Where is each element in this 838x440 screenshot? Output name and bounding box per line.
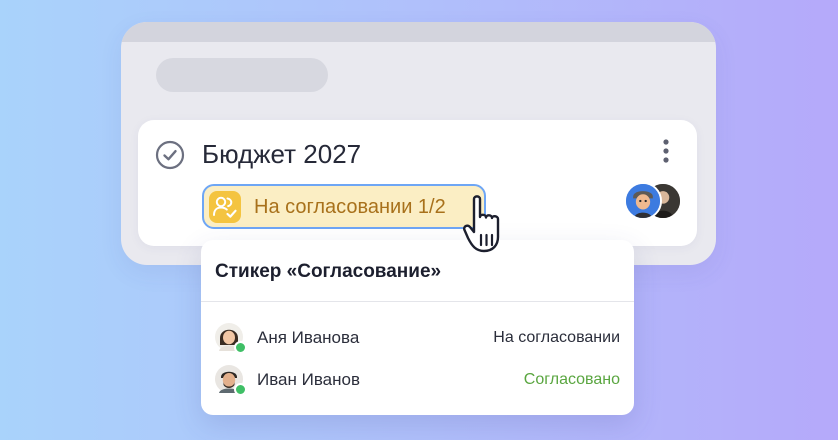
divider (201, 301, 634, 302)
approver-name: Иван Иванов (257, 370, 361, 389)
approver-row[interactable]: Аня Иванова На согласовании (201, 323, 634, 354)
task-card[interactable]: Бюджет 2027 На согласовании 1/2 (138, 120, 697, 246)
online-status-dot (234, 341, 247, 354)
approval-status-text: На согласовании (493, 329, 620, 346)
popover-title: Стикер «Согласование» (215, 261, 442, 282)
approver-row[interactable]: Иван Иванов Согласовано (201, 365, 634, 396)
approval-status-label: На согласовании 1/2 (254, 196, 446, 218)
approver-name: Аня Иванова (257, 328, 360, 347)
avatar (215, 323, 247, 354)
avatar (215, 365, 247, 396)
hand-pointer-cursor-icon (463, 195, 500, 253)
people-check-icon (209, 191, 241, 223)
assignee-avatar-1 (624, 182, 662, 220)
online-status-dot (234, 383, 247, 396)
check-circle-icon[interactable] (154, 139, 186, 171)
window-top-bar (121, 22, 716, 42)
sticker-popover: Стикер «Согласование» Аня Иванова На сог… (201, 240, 634, 415)
search-bar-placeholder (156, 58, 328, 92)
more-vertical-icon[interactable] (657, 138, 675, 166)
approval-status-chip[interactable]: На согласовании 1/2 (202, 184, 486, 229)
assignee-avatars[interactable] (624, 180, 684, 224)
task-title: Бюджет 2027 (202, 139, 362, 169)
approval-status-text: Согласовано (523, 371, 620, 388)
